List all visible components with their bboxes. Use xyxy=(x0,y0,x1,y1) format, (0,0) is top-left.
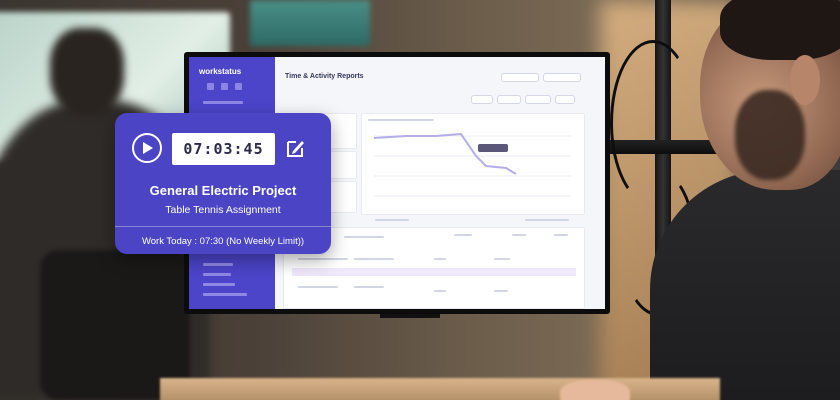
widget-divider xyxy=(115,226,331,227)
table-cell xyxy=(298,286,338,288)
filter-dropdown[interactable] xyxy=(501,73,539,82)
sidebar-icon[interactable] xyxy=(207,83,214,90)
timer-display: 07:03:45 xyxy=(172,133,275,165)
sidebar-item[interactable] xyxy=(203,283,235,286)
sidebar-item[interactable] xyxy=(203,273,231,276)
sidebar-item[interactable] xyxy=(203,101,243,104)
activity-chart-card xyxy=(361,113,585,215)
toolbar-button[interactable] xyxy=(471,95,493,104)
task-name: Table Tennis Assignment xyxy=(165,204,281,216)
play-icon xyxy=(143,142,153,154)
timer-widget: 07:03:45 General Electric Project Table … xyxy=(115,113,331,254)
person-hand xyxy=(560,380,630,400)
table-header xyxy=(512,234,526,236)
table-cell xyxy=(298,258,348,260)
table-cell xyxy=(354,286,384,288)
sidebar-item[interactable] xyxy=(203,293,247,296)
table-label xyxy=(525,219,569,221)
table-cell xyxy=(354,258,394,260)
person-ear xyxy=(790,55,820,105)
filter-dropdown[interactable] xyxy=(543,73,581,82)
toolbar-button[interactable] xyxy=(555,95,575,104)
chart-heading xyxy=(368,119,434,121)
activity-chart xyxy=(373,132,571,197)
project-name: General Electric Project xyxy=(149,183,297,198)
monitor-foot xyxy=(380,314,440,318)
sidebar-item[interactable] xyxy=(203,263,233,266)
table-row[interactable] xyxy=(292,268,576,276)
sidebar-icon[interactable] xyxy=(221,83,228,90)
person-beard xyxy=(735,90,805,180)
table-header xyxy=(454,234,472,236)
table-cell xyxy=(494,290,508,292)
table-cell xyxy=(434,290,446,292)
table-cell xyxy=(434,258,446,260)
edit-button[interactable] xyxy=(285,137,307,159)
table-cell xyxy=(494,258,510,260)
background-monitor-top xyxy=(250,0,370,46)
table-header xyxy=(554,234,568,236)
app-logo: workstatus xyxy=(199,67,242,76)
toolbar-button[interactable] xyxy=(525,95,551,104)
person-hair xyxy=(720,0,840,60)
background-person-head xyxy=(50,28,124,116)
edit-icon xyxy=(287,141,304,157)
desk xyxy=(160,378,720,400)
table-header xyxy=(344,236,384,238)
page-title: Time & Activity Reports xyxy=(285,73,364,80)
table-label xyxy=(375,219,409,221)
sidebar-icon[interactable] xyxy=(235,83,242,90)
play-button[interactable] xyxy=(132,133,162,163)
toolbar-button[interactable] xyxy=(497,95,521,104)
work-today-label: Work Today : 07:30 (No Weekly Limit)) xyxy=(141,236,305,247)
